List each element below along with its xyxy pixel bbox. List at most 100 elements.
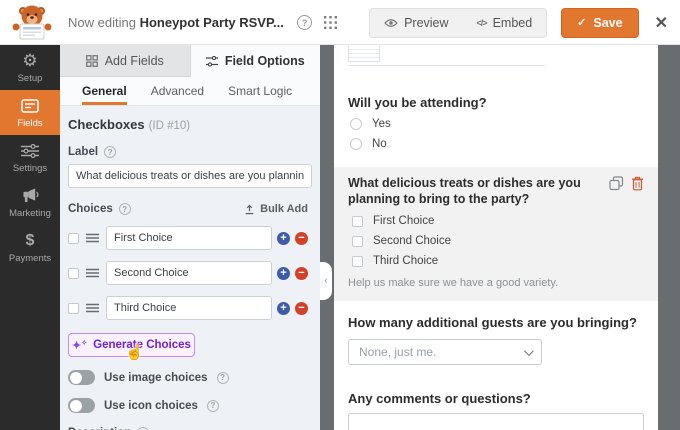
checkbox-option[interactable]: First Choice bbox=[352, 215, 644, 227]
sparkle-icon: ✦✧ bbox=[72, 339, 88, 352]
guests-select[interactable]: None, just me. bbox=[348, 339, 542, 366]
preview-field-guests[interactable]: How many additional guests are you bring… bbox=[348, 315, 658, 330]
sidebar-item-settings[interactable]: Settings bbox=[0, 135, 60, 180]
choices-heading: Choices ? Bulk Add bbox=[68, 203, 308, 215]
add-choice-button[interactable]: + bbox=[277, 301, 290, 315]
chevron-down-icon bbox=[523, 345, 534, 356]
bulk-add-button[interactable]: Bulk Add bbox=[244, 203, 308, 215]
add-fields-icon bbox=[85, 54, 98, 67]
radio-option[interactable]: Yes bbox=[350, 118, 658, 130]
choice-row: + − bbox=[68, 296, 308, 320]
use-image-choices-row: Use image choices ? bbox=[68, 370, 308, 385]
trash-icon[interactable] bbox=[631, 176, 644, 191]
help-icon[interactable]: ? bbox=[104, 146, 117, 158]
form-fields-icon bbox=[21, 97, 39, 115]
save-button[interactable]: ✓ Save bbox=[561, 7, 639, 38]
choice-input[interactable] bbox=[106, 296, 272, 320]
comments-textarea[interactable] bbox=[348, 413, 644, 430]
subtab-general[interactable]: General bbox=[82, 77, 127, 105]
add-choice-button[interactable]: + bbox=[277, 266, 290, 280]
sidebar-label: Setup bbox=[17, 72, 43, 84]
drag-handle-icon[interactable] bbox=[86, 303, 99, 313]
drag-handle-icon[interactable] bbox=[86, 233, 99, 243]
help-icon[interactable]: ? bbox=[206, 399, 219, 412]
field-description: Help us make sure we have a good variety… bbox=[348, 277, 559, 290]
preview-field-treats-selected[interactable]: What delicious treats or dishes are you … bbox=[334, 167, 658, 302]
sidebar-label: Marketing bbox=[9, 207, 51, 219]
sidebar-item-setup[interactable]: ⚙ Setup bbox=[0, 45, 60, 90]
drag-handle-icon[interactable] bbox=[86, 268, 99, 278]
form-name: Honeypot Party RSVP... bbox=[139, 14, 284, 30]
collapse-panel-handle[interactable]: ‹ bbox=[320, 262, 332, 300]
close-icon[interactable]: ✕ bbox=[655, 13, 668, 33]
sidebar-item-payments[interactable]: $ Payments bbox=[0, 225, 60, 270]
help-icon[interactable]: ? bbox=[216, 371, 229, 384]
checkbox-icon bbox=[352, 215, 363, 227]
field-id: (ID #10) bbox=[148, 120, 191, 132]
checkbox-icon bbox=[352, 235, 363, 247]
builder-sidebar: ⚙ Setup Fields Settings Marketing $ Paym… bbox=[0, 45, 60, 430]
sidebar-label: Settings bbox=[12, 162, 48, 174]
checkbox-option[interactable]: Third Choice bbox=[352, 255, 644, 267]
field-label-input[interactable] bbox=[68, 164, 312, 188]
checkbox-option[interactable]: Second Choice bbox=[352, 235, 644, 247]
sidebar-item-marketing[interactable]: Marketing bbox=[0, 180, 60, 225]
preview-embed-group: Preview </> Embed bbox=[369, 7, 548, 38]
remove-choice-button[interactable]: − bbox=[295, 301, 308, 315]
icon-choices-toggle[interactable] bbox=[68, 398, 95, 413]
wpforms-builder: Now editing Honeypot Party RSVP... ? Pre… bbox=[0, 0, 680, 430]
use-icon-choices-row: Use icon choices ? bbox=[68, 398, 308, 413]
toggle-label: Use icon choices bbox=[104, 399, 198, 412]
choice-row: + − bbox=[68, 226, 308, 250]
choice-input[interactable] bbox=[106, 226, 272, 250]
tab-label: Add Fields bbox=[104, 53, 164, 68]
image-choices-toggle[interactable] bbox=[68, 370, 95, 385]
duplicate-icon[interactable] bbox=[609, 176, 624, 191]
add-choice-button[interactable]: + bbox=[277, 231, 290, 245]
radio-option[interactable]: No bbox=[350, 138, 658, 150]
partial-input bbox=[348, 46, 380, 62]
preview-field-attending[interactable]: Will you be attending? bbox=[348, 95, 658, 110]
embed-button[interactable]: </> Embed bbox=[463, 9, 547, 37]
sliders-icon bbox=[21, 142, 39, 160]
remove-choice-button[interactable]: − bbox=[295, 231, 308, 245]
options-subtabs: General Advanced Smart Logic bbox=[60, 77, 320, 106]
sidebar-item-fields[interactable]: Fields bbox=[0, 90, 60, 135]
checkbox-icon bbox=[352, 255, 363, 267]
help-icon[interactable]: ? bbox=[297, 15, 313, 30]
default-checkbox[interactable] bbox=[68, 267, 79, 279]
subtab-smart-logic[interactable]: Smart Logic bbox=[228, 77, 292, 105]
save-label: Save bbox=[593, 15, 623, 30]
embed-label: Embed bbox=[492, 15, 533, 30]
remove-choice-button[interactable]: − bbox=[295, 266, 308, 280]
field-options-panel: Add Fields Field Options General Advance… bbox=[60, 45, 320, 430]
tab-label: Field Options bbox=[224, 54, 305, 68]
tab-field-options[interactable]: Field Options bbox=[190, 45, 320, 77]
choice-row: + − bbox=[68, 261, 308, 285]
sidebar-label: Fields bbox=[17, 117, 43, 129]
field-options-icon bbox=[205, 55, 218, 67]
select-value: None, just me. bbox=[359, 345, 437, 360]
sidebar-label: Payments bbox=[8, 252, 52, 264]
preview-partial-field[interactable] bbox=[348, 46, 545, 66]
mouse-cursor-icon: ☝ bbox=[125, 344, 144, 361]
megaphone-icon bbox=[21, 187, 40, 205]
apps-grid-icon[interactable] bbox=[324, 16, 338, 29]
toggle-label: Use image choices bbox=[104, 371, 208, 384]
default-checkbox[interactable] bbox=[68, 232, 79, 244]
field-type-heading: Checkboxes (ID #10) bbox=[68, 117, 191, 132]
preview-button[interactable]: Preview bbox=[370, 9, 462, 37]
subtab-advanced[interactable]: Advanced bbox=[151, 77, 204, 105]
eye-icon bbox=[384, 18, 398, 27]
dollar-icon: $ bbox=[25, 231, 35, 249]
preview-label: Preview bbox=[404, 15, 449, 30]
default-checkbox[interactable] bbox=[68, 302, 79, 314]
preview-field-comments[interactable]: Any comments or questions? bbox=[348, 391, 658, 406]
form-preview-workspace: ‹ Will you be attending? Yes No What del… bbox=[320, 45, 680, 430]
code-icon: </> bbox=[476, 17, 488, 28]
generate-choices-button[interactable]: ✦✧ Generate Choices ☝ bbox=[68, 333, 195, 361]
check-icon: ✓ bbox=[577, 17, 587, 29]
choice-input[interactable] bbox=[106, 261, 272, 285]
tab-add-fields[interactable]: Add Fields bbox=[60, 45, 191, 77]
help-icon[interactable]: ? bbox=[118, 203, 131, 215]
